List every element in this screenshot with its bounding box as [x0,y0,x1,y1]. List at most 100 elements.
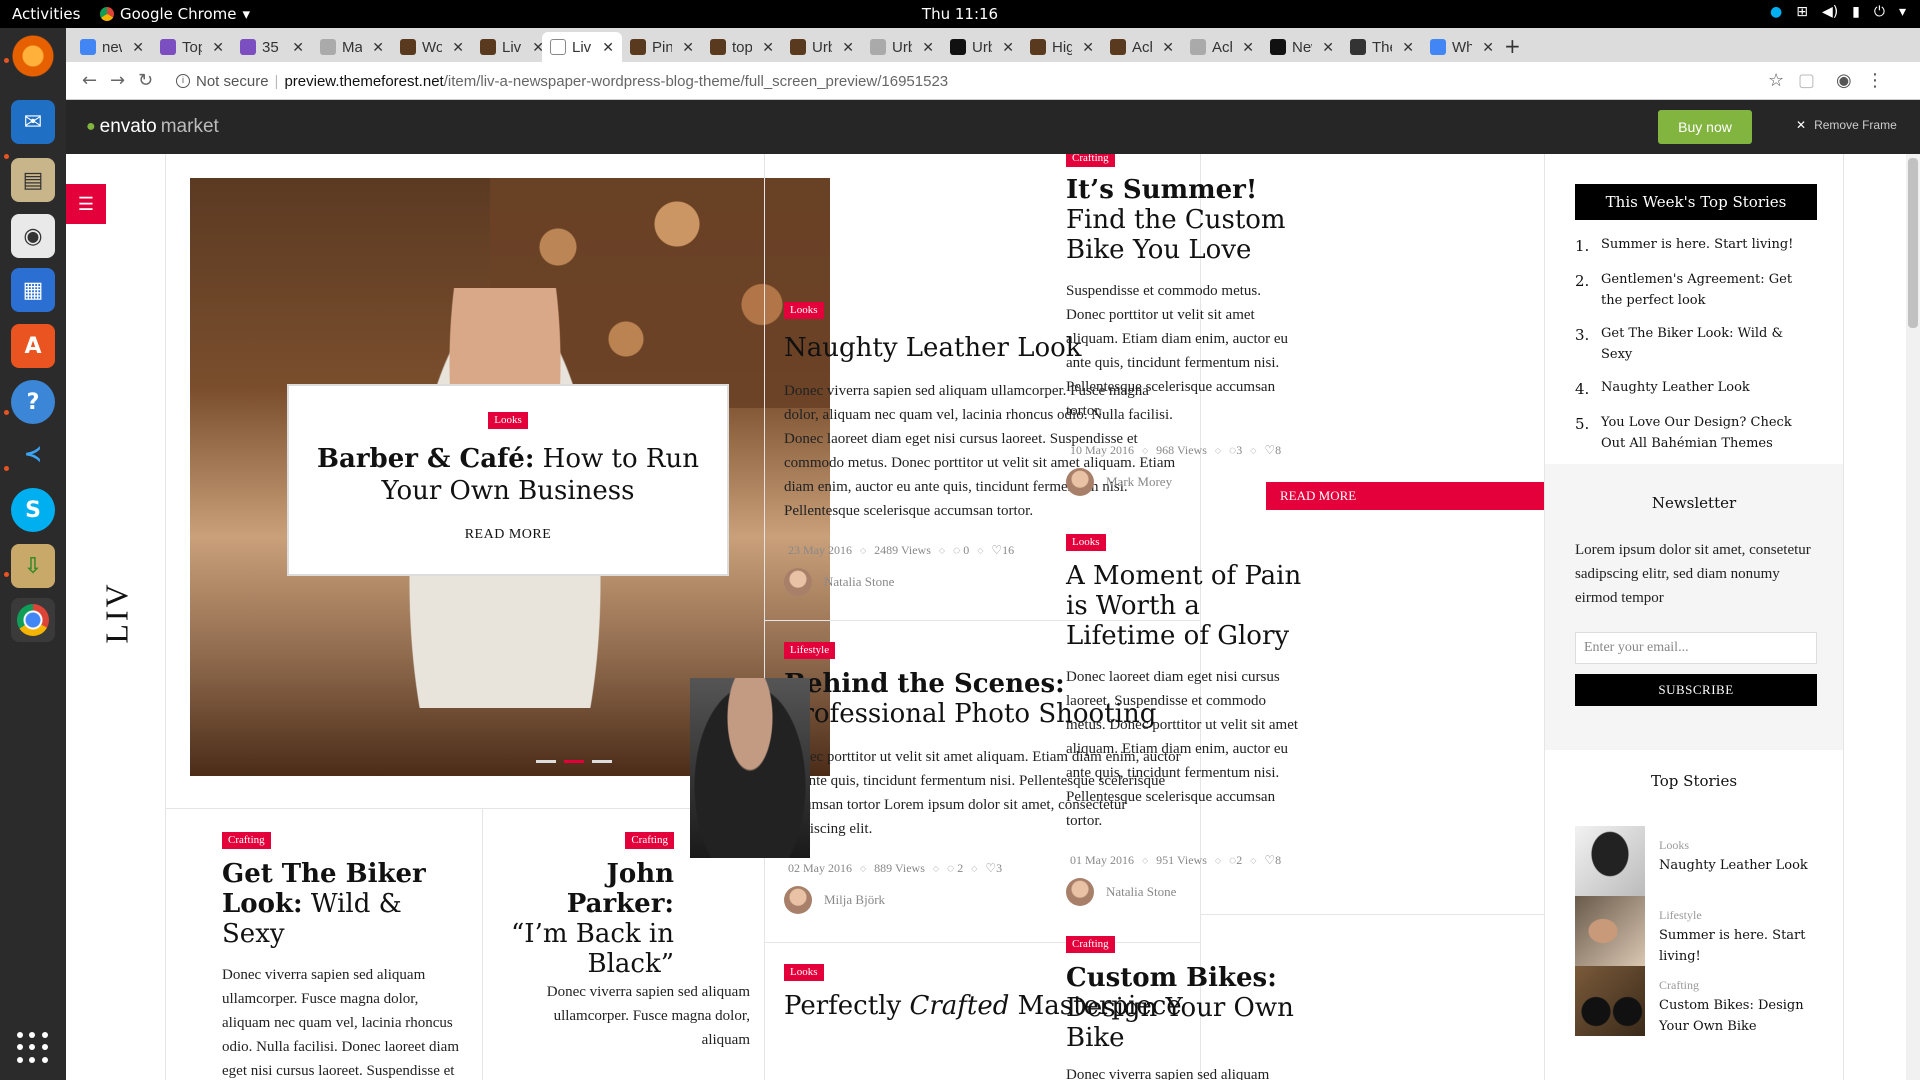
browser-tab[interactable]: topH ✕ [702,32,782,62]
close-tab-icon[interactable]: ✕ [842,39,854,56]
top-story-title[interactable]: Summer is here. Start living! [1659,925,1825,967]
top-story-item[interactable]: Looks Naughty Leather Look [1575,826,1825,896]
browser-tab[interactable]: 35 Be ✕ [232,32,312,62]
app-menu[interactable]: Google Chrome ▾ [100,5,250,23]
browser-tab[interactable]: High ✕ [1022,32,1102,62]
forward-icon[interactable]: → [110,70,125,91]
close-tab-icon[interactable]: ✕ [212,39,224,56]
top-story-category[interactable]: Crafting [1659,978,1825,993]
not-secure-label[interactable]: Not secure [196,73,269,90]
close-tab-icon[interactable]: ✕ [132,39,144,56]
list-item[interactable]: 1. Summer is here. Start living! [1575,234,1817,257]
close-tab-icon[interactable]: ✕ [1002,39,1014,56]
browser-tab[interactable]: Achil ✕ [1102,32,1182,62]
scrollbar-thumb[interactable] [1908,158,1918,328]
hero-title[interactable]: Barber & Café: How to Run Your Own Busin… [313,443,703,507]
browser-tab[interactable]: Word ✕ [392,32,472,62]
bookmark-star-icon[interactable]: ☆ [1768,70,1784,91]
rhythmbox-icon[interactable]: ◉ [11,214,55,258]
list-item[interactable]: 2. Gentlemen's Agreement: Get the perfect… [1575,269,1817,311]
slider-dot-active[interactable] [564,760,584,763]
comments-count[interactable]: ◌2 [1229,853,1242,868]
likes-count[interactable]: ♡16 [991,543,1014,558]
top-story-thumbnail[interactable] [1575,826,1645,896]
category-badge[interactable]: Looks [1066,534,1106,551]
comments-count[interactable]: ◌ 2 [947,861,963,876]
writer-icon[interactable]: ▦ [11,268,55,312]
close-tab-icon[interactable]: ✕ [602,39,614,56]
info-icon[interactable]: i [176,74,190,88]
browser-tab[interactable]: Wha ✕ [1422,32,1502,62]
firefox-icon[interactable] [11,34,55,78]
category-badge[interactable]: Crafting [1066,936,1115,953]
slider-dot[interactable] [592,760,612,763]
top-story-category[interactable]: Lifestyle [1659,908,1825,923]
chrome-menu-icon[interactable]: ⋮ [1866,70,1884,91]
top-story-title[interactable]: Custom Bikes: Design Your Own Bike [1659,995,1825,1037]
browser-tab[interactable]: Liv - A✕ [472,32,552,62]
downloads-icon[interactable]: ⇩ [11,544,55,588]
category-badge[interactable]: Crafting [1066,154,1115,167]
browser-tab[interactable]: Urba ✕ [862,32,942,62]
skype-icon[interactable]: S [11,488,55,532]
files-icon[interactable]: ▤ [11,158,55,202]
top-story-thumbnail[interactable] [1575,896,1645,966]
reload-icon[interactable]: ↻ [138,70,153,91]
post-title[interactable]: Custom Bikes: Design Your Own Bike [1066,963,1316,1053]
software-center-icon[interactable]: A [11,324,55,368]
browser-tab[interactable]: New ✕ [1262,32,1342,62]
close-tab-icon[interactable]: ✕ [1242,39,1254,56]
category-badge[interactable]: Crafting [625,832,674,849]
list-item[interactable]: 4. Naughty Leather Look [1575,377,1817,400]
post-title[interactable]: It’s Summer! Find the Custom Bike You Lo… [1066,175,1306,265]
vscode-icon[interactable]: ≺ [11,432,55,476]
post-title[interactable]: John Parker: “I’m Back in Black” [504,859,674,979]
new-tab-button[interactable]: + [1504,34,1521,58]
list-item[interactable]: 5. You Love Our Design? Check Out All Bah… [1575,412,1817,454]
close-tab-icon[interactable]: ✕ [1082,39,1094,56]
comments-count[interactable]: ◌ 0 [953,543,969,558]
buy-now-button[interactable]: Buy now [1658,110,1752,144]
power-icon[interactable]: ⏻ [1874,4,1885,20]
subscribe-button[interactable]: SUBSCRIBE [1575,674,1817,706]
category-badge[interactable]: Looks [784,964,824,981]
chrome-icon[interactable] [11,598,55,642]
battery-icon[interactable]: ▮ [1852,4,1860,20]
top-story-item[interactable]: Lifestyle Summer is here. Start living! [1575,896,1825,967]
likes-count[interactable]: ♡8 [1264,443,1281,458]
browser-tab[interactable]: Liv - A✕ [542,32,622,62]
post-title[interactable]: Get The Biker Look: Wild & Sexy [222,859,466,949]
close-tab-icon[interactable]: ✕ [1322,39,1334,56]
browser-tab[interactable]: Achil ✕ [1182,32,1262,62]
volume-icon[interactable]: ◀) [1822,4,1838,20]
help-icon[interactable]: ? [11,380,55,424]
browser-tab[interactable]: news ✕ [72,32,152,62]
address-bar[interactable]: i Not secure | preview.themeforest.net/i… [176,67,1816,95]
envato-logo[interactable]: ● envato market [86,116,219,138]
site-logo[interactable]: LIV [99,581,136,643]
slider-dot[interactable] [536,760,556,763]
close-tab-icon[interactable]: ✕ [1482,39,1494,56]
close-tab-icon[interactable]: ✕ [452,39,464,56]
hero-read-more[interactable]: READ MORE [465,527,552,543]
close-tab-icon[interactable]: ✕ [1402,39,1414,56]
browser-tab[interactable]: Top 5 ✕ [152,32,232,62]
extension-icon[interactable]: ▢ [1798,70,1815,91]
profile-icon[interactable]: ◉ [1836,70,1852,91]
network-icon[interactable]: ⊞ [1796,4,1808,20]
email-field[interactable]: Enter your email... [1575,632,1817,664]
activities-button[interactable]: Activities [12,5,80,23]
category-badge[interactable]: Lifestyle [784,642,836,659]
list-item[interactable]: 3. Get The Biker Look: Wild & Sexy [1575,323,1817,365]
close-tab-icon[interactable]: ✕ [1162,39,1174,56]
thunderbird-icon[interactable]: ✉ [11,100,55,144]
post-title[interactable]: A Moment of Pain is Worth a Lifetime of … [1066,561,1306,651]
remove-frame-button[interactable]: ✕ Remove Frame [1796,118,1897,132]
post-author[interactable]: Natalia Stone [1066,878,1306,906]
category-badge[interactable]: Looks [784,302,824,319]
likes-count[interactable]: ♡3 [985,861,1002,876]
top-story-category[interactable]: Looks [1659,838,1808,853]
close-tab-icon[interactable]: ✕ [762,39,774,56]
back-icon[interactable]: ← [82,70,97,91]
close-tab-icon[interactable]: ✕ [372,39,384,56]
